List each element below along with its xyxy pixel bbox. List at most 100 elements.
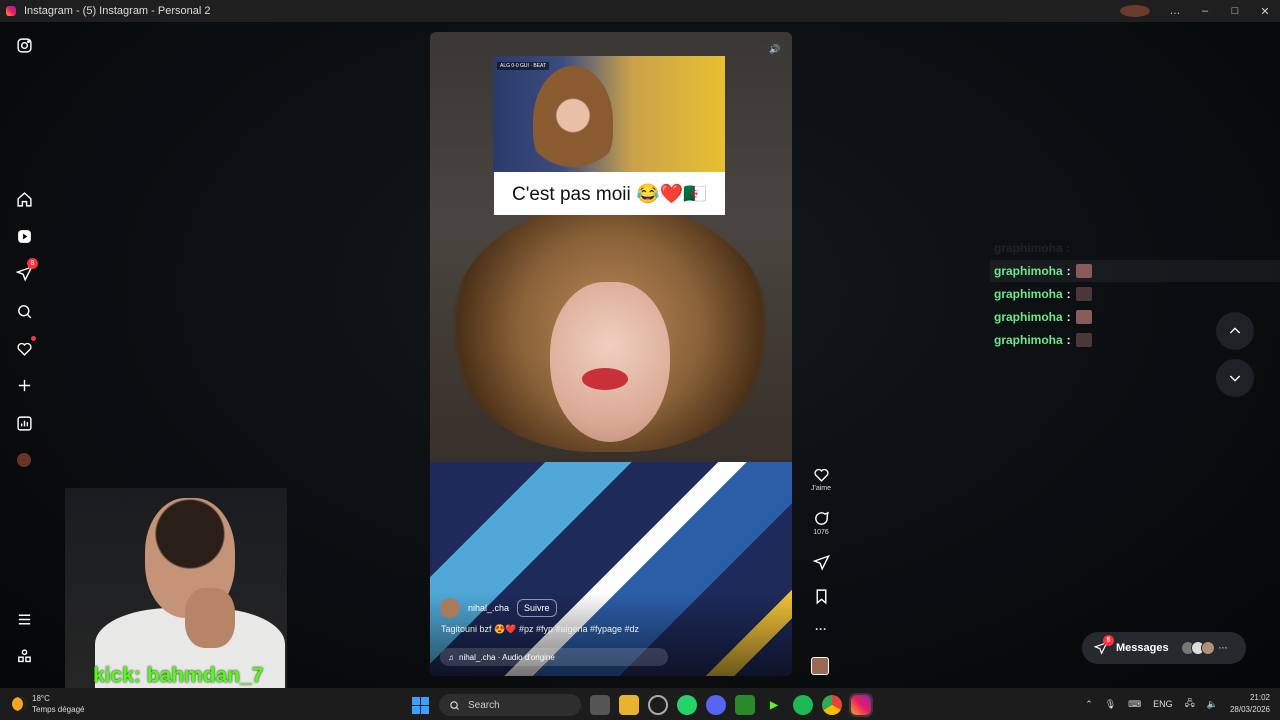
spotify-icon[interactable] — [793, 695, 813, 715]
windows-start-icon[interactable] — [410, 695, 430, 715]
windows-taskbar: 18°C Temps dégagé Search ▶ ⌃ 🎙 ⌨ ENG 🖧 🔈… — [0, 688, 1280, 720]
reel-description: Tagitouni bzf 😍❤️ #pz #fyp #algeria #fyp… — [441, 624, 640, 634]
messages-label: Messages — [1116, 642, 1169, 654]
like-button[interactable]: J'aime — [806, 466, 836, 492]
volume-icon[interactable]: 🔈 — [1207, 699, 1218, 710]
window-title: Instagram - (5) Instagram - Personal 2 — [24, 5, 211, 17]
chevron-down-icon — [1229, 375, 1241, 382]
window-controls: … – □ ✕ — [1120, 0, 1280, 22]
reels-icon[interactable] — [14, 226, 34, 246]
messages-avatars — [1180, 641, 1215, 655]
reel-author: nihal_.cha Suivre — [440, 598, 557, 618]
comment-bubble-icon — [814, 511, 829, 525]
author-avatar[interactable] — [440, 598, 460, 618]
close-button[interactable]: ✕ — [1250, 5, 1280, 18]
meta-apps-icon[interactable] — [14, 646, 34, 666]
weather-desc: Temps dégagé — [32, 705, 85, 714]
direct-messages-icon[interactable]: 8 — [14, 258, 38, 283]
heart-icon — [813, 468, 829, 482]
share-button[interactable] — [806, 554, 836, 573]
bookmark-icon — [816, 589, 826, 605]
keyboard-icon[interactable]: ⌨ — [1128, 699, 1141, 710]
notifications-badge: 8 — [27, 258, 38, 269]
profile-avatar[interactable] — [1120, 5, 1150, 17]
audio-label: nihal_.cha · Audio d'origine — [459, 652, 555, 662]
chat-username: graphimoha — [994, 264, 1063, 278]
create-plus-icon[interactable] — [14, 375, 34, 395]
reel-video[interactable]: ALG 0-0 GUI · BEAT C'est pas moii 😂❤️🇩🇿 … — [430, 32, 792, 676]
whatsapp-icon[interactable] — [677, 695, 697, 715]
discord-icon[interactable] — [706, 695, 726, 715]
kick-icon[interactable]: ▶ — [764, 695, 784, 715]
chat-emote — [1075, 333, 1092, 347]
audio-thumbnail[interactable] — [811, 657, 829, 675]
chat-emote — [1075, 264, 1092, 278]
window-titlebar: Instagram - (5) Instagram - Personal 2 …… — [0, 0, 1280, 22]
like-label: J'aime — [810, 485, 831, 492]
instagram-logo-icon[interactable] — [14, 35, 34, 55]
chat-username: graphimoha — [994, 287, 1063, 301]
chevron-up-icon — [1229, 327, 1241, 334]
instagram-taskbar-icon[interactable] — [849, 693, 873, 717]
streamer-webcam: kick: bahmdan_7 — [65, 488, 287, 688]
follow-button[interactable]: Suivre — [517, 599, 557, 617]
video-subject-lips — [582, 368, 628, 390]
chat-faded-row: graphimoha : — [994, 241, 1071, 255]
search-icon[interactable] — [14, 301, 34, 321]
chat-emote — [1075, 287, 1092, 301]
author-username[interactable]: nihal_.cha — [468, 603, 509, 613]
inset-person — [533, 66, 613, 172]
chat-emote — [1075, 310, 1092, 324]
more-options-button[interactable]: ··· — [806, 622, 836, 636]
send-icon — [812, 554, 830, 571]
avatar — [1200, 641, 1215, 655]
language-indicator[interactable]: ENG — [1153, 699, 1173, 709]
chat-username: graphimoha — [994, 310, 1063, 324]
save-button[interactable] — [806, 588, 836, 607]
nvidia-icon[interactable] — [735, 695, 755, 715]
task-view-icon[interactable] — [590, 695, 610, 715]
weather-temp: 18°C — [32, 694, 50, 703]
app-icon[interactable] — [648, 695, 668, 715]
comment-button[interactable]: 1076 — [806, 510, 836, 536]
menu-hamburger-icon[interactable] — [14, 609, 34, 629]
chevron-up-icon[interactable]: ⌃ — [1085, 699, 1093, 710]
send-icon: 5 — [1094, 635, 1114, 655]
instagram-app-icon — [6, 6, 16, 16]
messages-pill[interactable]: 5 Messages ··· — [1082, 632, 1246, 664]
taskbar-apps: Search ▶ — [410, 693, 873, 717]
next-reel-button[interactable] — [1216, 359, 1254, 397]
kick-channel-overlay: kick: bahmdan_7 — [93, 664, 264, 687]
home-icon[interactable] — [14, 189, 34, 209]
microphone-icon[interactable]: 🎙 — [1105, 699, 1116, 710]
heart-icon[interactable] — [14, 336, 36, 358]
previous-reel-button[interactable] — [1216, 312, 1254, 350]
mute-toggle-button[interactable]: 🔊 — [766, 40, 784, 58]
moon-weather-icon — [12, 697, 26, 711]
clock-date: 28/03/2026 — [1229, 705, 1270, 714]
reel-audio-pill[interactable]: ♫ nihal_.cha · Audio d'origine — [440, 648, 668, 666]
profile-avatar-icon[interactable] — [14, 450, 34, 470]
maximize-button[interactable]: □ — [1220, 5, 1250, 17]
minimize-button[interactable]: – — [1190, 5, 1220, 17]
video-inset-clip: ALG 0-0 GUI · BEAT — [493, 56, 725, 172]
weather-widget[interactable]: 18°C Temps dégagé — [12, 693, 84, 715]
inset-scoreboard: ALG 0-0 GUI · BEAT — [497, 62, 550, 70]
taskbar-search[interactable]: Search — [439, 694, 581, 716]
file-explorer-icon[interactable] — [619, 695, 639, 715]
chat-message: graphimoha : — [990, 283, 1280, 305]
insights-icon[interactable] — [14, 413, 34, 433]
sidebar: 8 — [0, 22, 48, 688]
activity-dot — [31, 336, 36, 341]
search-icon — [450, 700, 460, 710]
video-subject-face — [550, 282, 670, 442]
taskbar-clock[interactable]: 21:02 28/03/2026 — [1230, 692, 1270, 716]
chat-username: graphimoha — [994, 333, 1063, 347]
messages-more[interactable]: ··· — [1219, 643, 1228, 653]
chrome-icon[interactable] — [822, 695, 842, 715]
music-note-icon: ♫ — [448, 652, 454, 662]
messages-badge: 5 — [1103, 635, 1114, 646]
more-menu-button[interactable]: … — [1160, 5, 1190, 17]
network-icon[interactable]: 🖧 — [1185, 696, 1195, 712]
clock-time: 21:02 — [1249, 693, 1270, 702]
